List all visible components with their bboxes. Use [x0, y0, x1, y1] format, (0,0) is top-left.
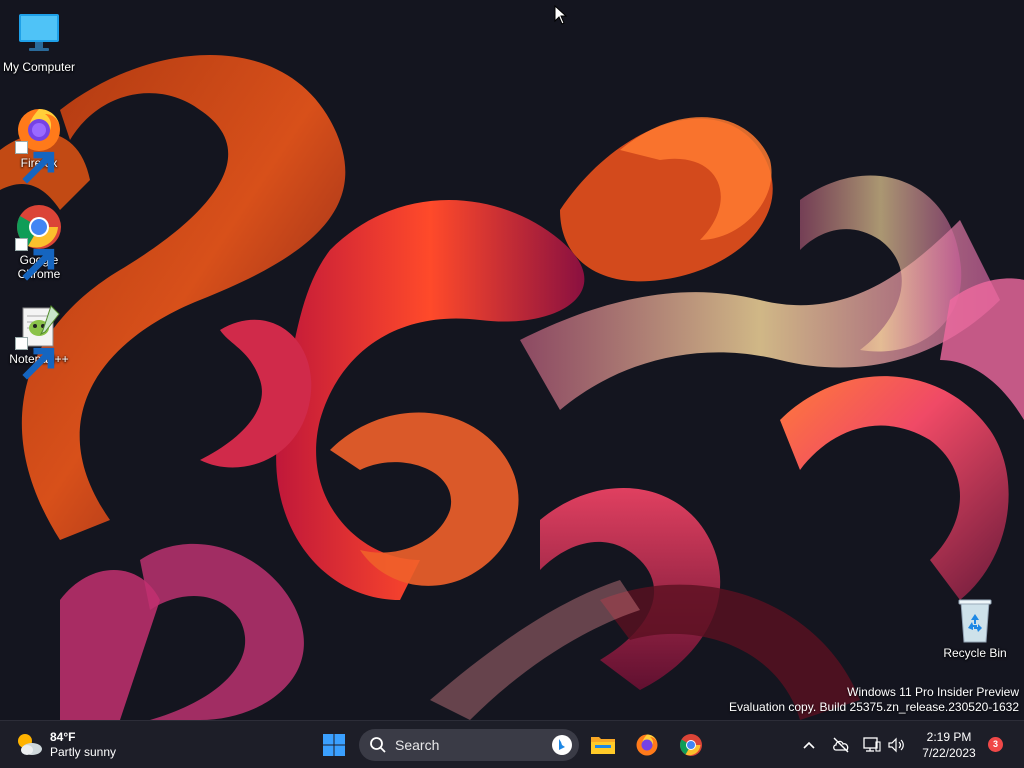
firefox-icon [636, 734, 658, 756]
firefox-icon [15, 106, 63, 184]
windows-start-icon [323, 734, 345, 756]
partly-sunny-icon [18, 734, 42, 755]
recycle-bin-icon [951, 596, 999, 644]
taskbar-search[interactable]: Search [359, 729, 579, 761]
desktop-icon-recycle-bin[interactable]: Recycle Bin [937, 596, 1013, 660]
weather-widget[interactable]: 84°F Partly sunny [14, 727, 116, 763]
taskbar-file-explorer[interactable] [585, 727, 621, 763]
search-icon [370, 737, 386, 753]
notification-badge[interactable]: 3 [988, 737, 1003, 752]
taskbar-chrome[interactable] [673, 727, 709, 763]
weather-condition: Partly sunny [50, 745, 117, 759]
cloud-offline-icon[interactable] [831, 735, 851, 755]
chrome-icon [15, 203, 63, 281]
clock-time: 2:19 PM [926, 730, 972, 744]
shortcut-arrow-icon [15, 141, 55, 184]
chevron-up-icon[interactable] [799, 735, 819, 755]
volume-icon[interactable] [886, 735, 906, 755]
evaluation-watermark: Windows 11 Pro Insider Preview Evaluatio… [729, 685, 1019, 715]
search-label: Search [395, 737, 440, 753]
start-button[interactable] [316, 727, 352, 763]
desktop-icon-my-computer[interactable]: My Computer [1, 10, 77, 74]
network-icon[interactable] [862, 735, 882, 755]
weather-temperature: 84°F [50, 730, 76, 744]
desktop-icon-notepadpp[interactable]: Notepad++ [1, 302, 77, 380]
chrome-icon [680, 734, 702, 756]
notepadpp-icon [15, 302, 63, 380]
shortcut-arrow-icon [15, 337, 55, 380]
folder-icon [591, 737, 615, 754]
shortcut-arrow-icon [15, 238, 55, 281]
wallpaper [0, 0, 1024, 720]
mouse-cursor-icon [554, 5, 568, 25]
desktop-icon-label: My Computer [2, 60, 76, 74]
taskbar-firefox[interactable] [629, 727, 665, 763]
watermark-line-2: Evaluation copy. Build 25375.zn_release.… [729, 700, 1019, 714]
bing-icon[interactable] [551, 734, 573, 756]
clock-date: 7/22/2023 [922, 746, 976, 760]
taskbar: 84°F Partly sunny Search 2:19 PM 7/22/20… [0, 720, 1024, 768]
taskbar-clock[interactable]: 2:19 PM 7/22/2023 [916, 729, 982, 761]
desktop-icon-label: Recycle Bin [943, 646, 1007, 660]
watermark-line-1: Windows 11 Pro Insider Preview [847, 685, 1019, 699]
monitor-icon [15, 10, 63, 58]
desktop[interactable]: My Computer Firefox Google Chrome Notepa… [0, 0, 1024, 720]
desktop-icon-google-chrome[interactable]: Google Chrome [1, 203, 77, 281]
desktop-icon-firefox[interactable]: Firefox [1, 106, 77, 184]
